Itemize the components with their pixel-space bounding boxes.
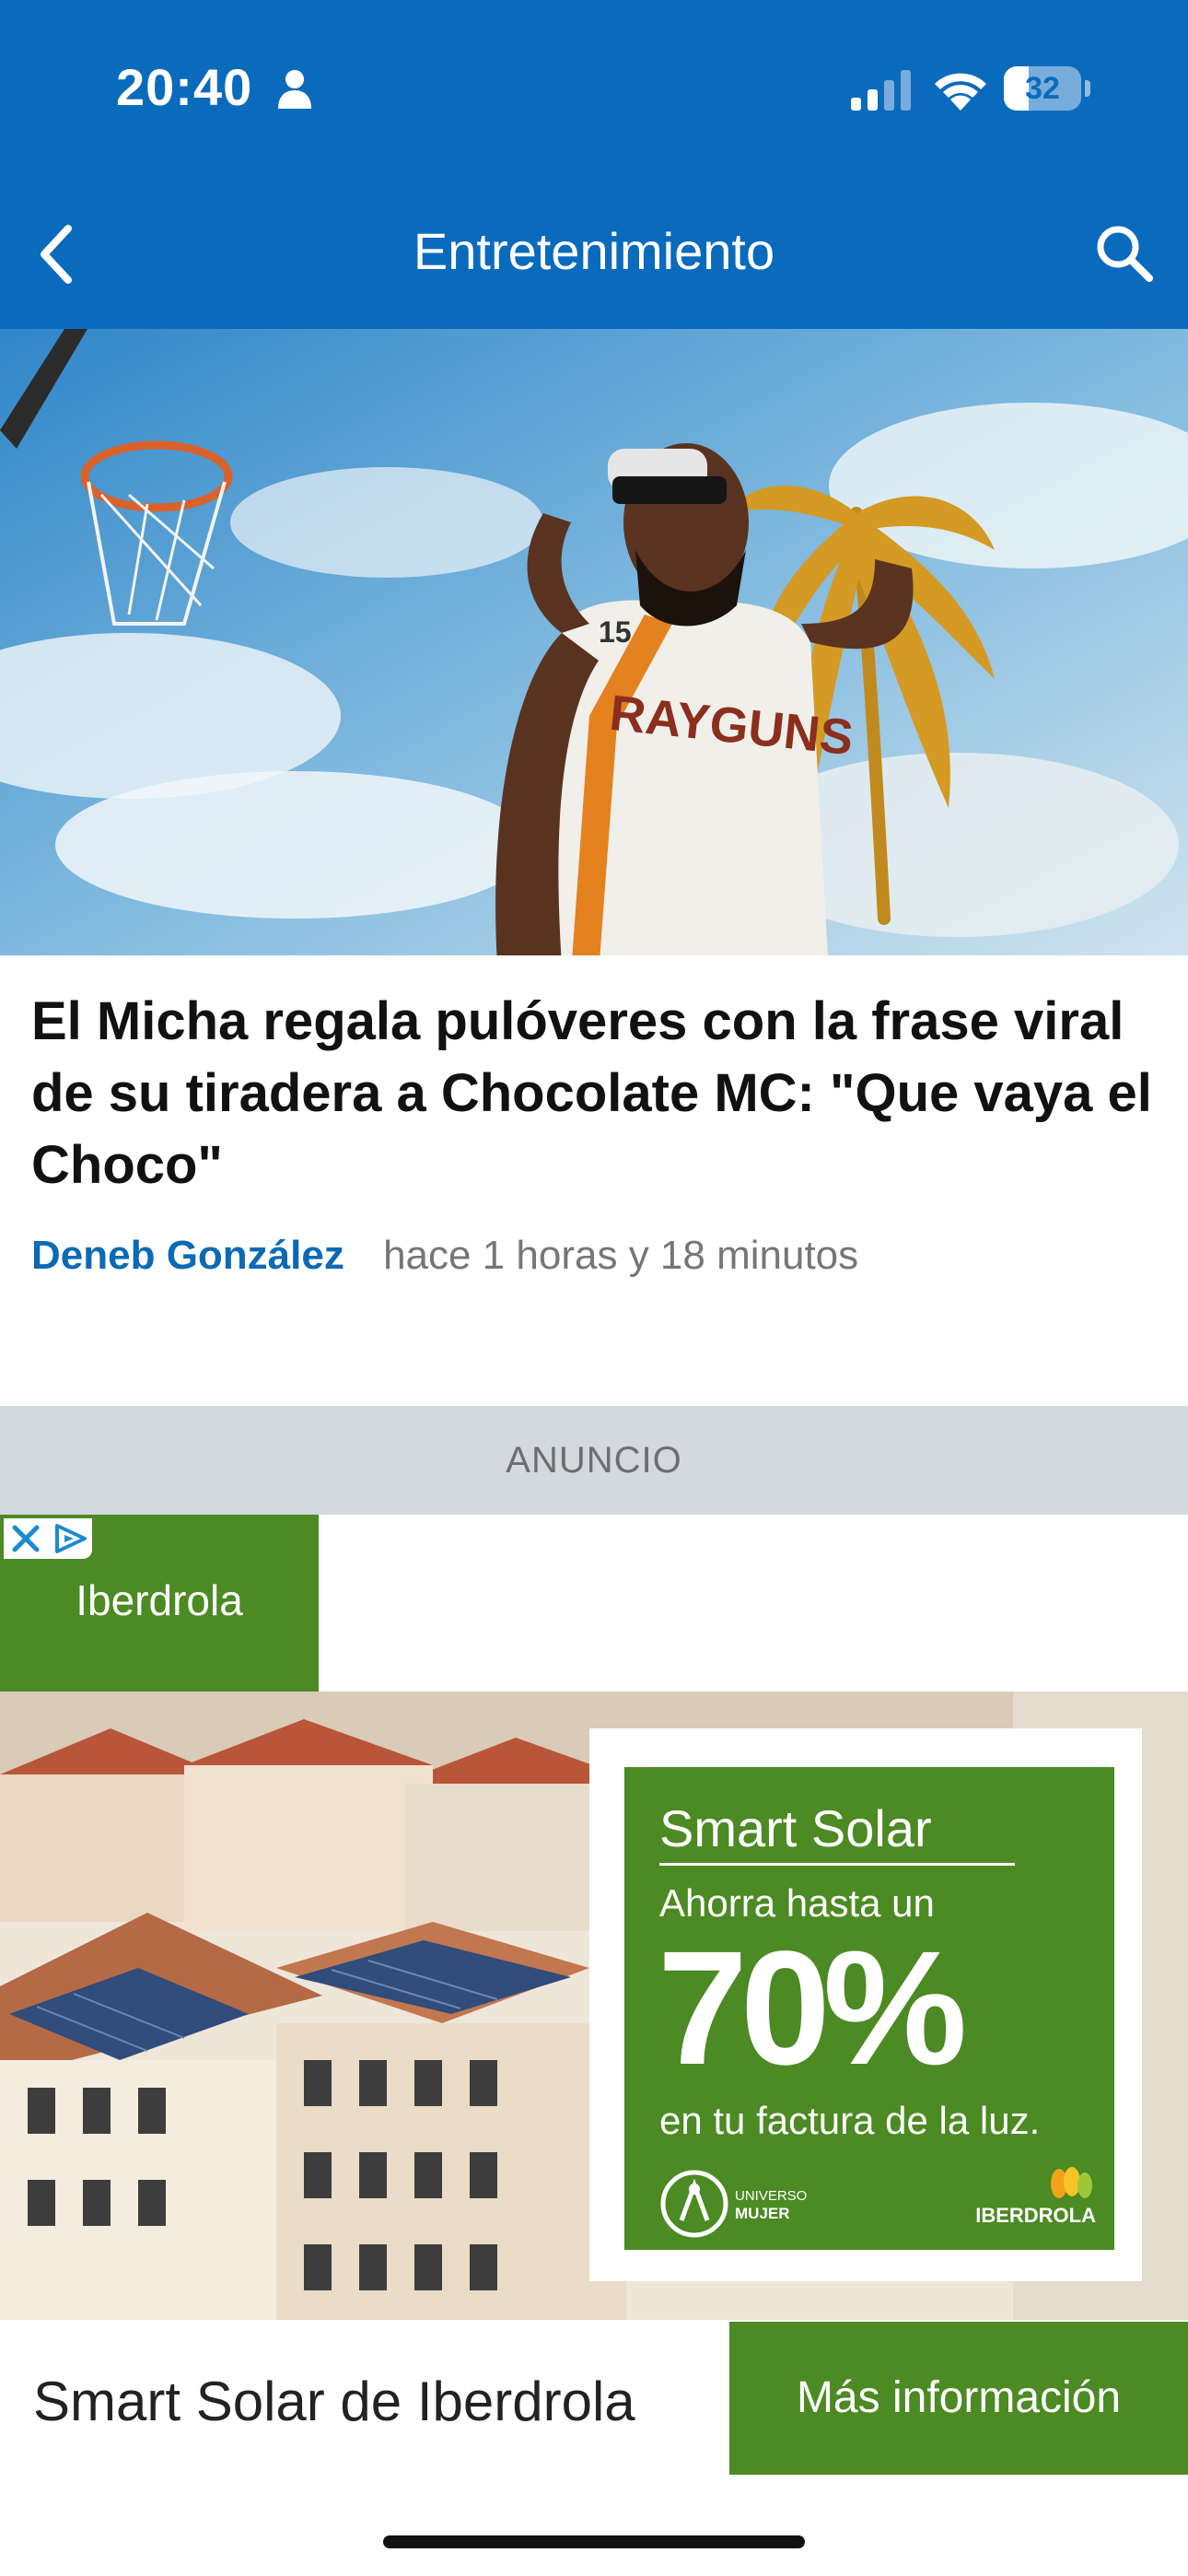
ad-choices[interactable]	[4, 1518, 92, 1559]
promo-footer: en tu factura de la luz.	[659, 2099, 1041, 2142]
ad-label-bar: ANUNCIO	[0, 1406, 1188, 1515]
search-icon[interactable]	[1092, 221, 1157, 286]
signal-icon	[851, 70, 911, 111]
status-time: 20:40	[116, 58, 253, 116]
article-time: hace 1 horas y 18 minutos	[383, 1233, 859, 1278]
more-info-button[interactable]: Más información	[729, 2322, 1188, 2475]
jersey-number: 15	[599, 615, 632, 649]
promo-box[interactable]: Smart Solar Ahorra hasta un 70% en tu fa…	[624, 1767, 1114, 2250]
ad-title[interactable]: Smart Solar de Iberdrola	[33, 2370, 635, 2433]
promo-title: Smart Solar	[659, 1799, 932, 1857]
ad-brand-name: Iberdrola	[76, 1576, 243, 1624]
ad-choices-icon	[55, 1524, 87, 1553]
iberdrola-logo: IBERDROLA	[949, 2163, 1096, 2237]
author-name[interactable]: Deneb González	[31, 1233, 344, 1278]
svg-text:UNIVERSO: UNIVERSO	[735, 2188, 807, 2204]
close-icon	[12, 1525, 40, 1552]
article-headline[interactable]: El Micha regala pulóveres con la frase v…	[31, 986, 1155, 1201]
page-title: Entretenimiento	[413, 222, 775, 280]
promo-percentage: 70%	[658, 1918, 967, 2099]
app-header: 20:40 32 Entretenimiento	[0, 0, 1188, 329]
person-icon	[278, 70, 311, 109]
battery-level: 32	[1025, 71, 1060, 106]
promo-divider	[659, 1863, 1015, 1866]
wifi-icon	[935, 73, 986, 111]
ad-label: ANUNCIO	[506, 1440, 682, 1481]
universo-mujer-logo: UNIVERSO MUJER	[660, 2170, 807, 2238]
article-hero-image[interactable]: RAYGUNS 15	[0, 329, 1188, 955]
article-byline: Deneb González hace 1 horas y 18 minutos	[31, 1233, 858, 1279]
svg-text:MUJER: MUJER	[735, 2205, 790, 2222]
battery-indicator: 32	[1004, 66, 1090, 111]
ad-brand-box[interactable]: Iberdrola	[0, 1515, 319, 1692]
home-indicator	[383, 2535, 805, 2548]
